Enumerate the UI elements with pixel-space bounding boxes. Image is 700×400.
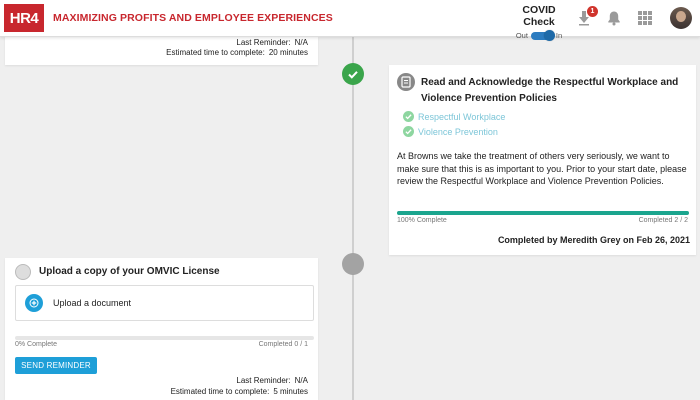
task-card-respectful-workplace: Read and Acknowledge the Respectful Work… (389, 65, 696, 255)
last-reminder-label: Last Reminder: (236, 38, 291, 47)
last-reminder-value: N/A (294, 376, 308, 385)
covid-check-title: COVID Check (522, 4, 556, 28)
covid-toggle[interactable] (530, 29, 555, 41)
est-time-value: 20 minutes (268, 48, 308, 57)
est-time-label: Estimated time to complete: (170, 387, 270, 396)
progress-bar (397, 211, 689, 215)
est-time-row: Estimated time to complete: 5 minutes (167, 387, 308, 396)
checklist-item-violence-prevention[interactable]: Violence Prevention (403, 126, 498, 137)
task-card-upload-omvic: Upload a copy of your OMVIC License Uplo… (5, 258, 318, 400)
last-reminder-value: N/A (294, 38, 308, 47)
task-card-previous: Last Reminder: N/A Estimated time to comp… (5, 37, 318, 65)
user-avatar[interactable] (670, 7, 692, 29)
covid-check: COVID Check Out In (506, 4, 572, 41)
check-circle-icon (403, 111, 414, 122)
notification-badge: 1 (587, 6, 598, 17)
timeline-node-pending (342, 253, 364, 275)
completed-count-label: Completed 2 / 2 (638, 217, 688, 224)
apps-grid-icon[interactable] (637, 10, 653, 26)
hr4-logo[interactable]: HR4 (4, 4, 44, 32)
task-description: At Browns we take the treatment of other… (397, 151, 687, 186)
last-reminder-row: Last Reminder: N/A (232, 376, 308, 385)
tagline: MAXIMIZING PROFITS AND EMPLOYEE EXPERIEN… (53, 12, 333, 24)
est-time-value: 5 minutes (273, 387, 308, 396)
last-reminder-label: Last Reminder: (236, 376, 291, 385)
checklist-label: Violence Prevention (418, 126, 498, 137)
progress-bar (15, 336, 314, 340)
est-time-label: Estimated time to complete: (166, 48, 265, 57)
plus-icon[interactable] (25, 294, 43, 312)
checklist-label: Respectful Workplace (418, 111, 506, 122)
progress-percent-label: 0% Complete (15, 341, 58, 348)
bell-icon[interactable] (606, 10, 622, 26)
est-time-row: Estimated time to complete: 20 minutes (162, 48, 308, 57)
check-circle-icon (403, 126, 414, 137)
upload-task-icon (15, 264, 31, 280)
upload-document-label: Upload a document (53, 298, 132, 308)
document-icon (397, 73, 415, 91)
task-title: Read and Acknowledge the Respectful Work… (421, 77, 679, 104)
top-header: HR4 MAXIMIZING PROFITS AND EMPLOYEE EXPE… (0, 0, 700, 41)
covid-in-label: In (555, 31, 563, 40)
progress-percent-label: 100% Complete (397, 217, 447, 224)
send-reminder-button[interactable]: SEND REMINDER (15, 357, 97, 374)
timeline-node-complete (342, 63, 364, 85)
completed-count-label: Completed 0 / 1 (258, 341, 308, 348)
completed-by-text: Completed by Meredith Grey on Feb 26, 20… (497, 235, 690, 245)
upload-document-area[interactable]: Upload a document (15, 285, 314, 321)
check-icon (348, 71, 358, 79)
timeline-line (352, 37, 354, 400)
progress-fill (397, 211, 689, 215)
covid-out-label: Out (515, 31, 528, 40)
checklist-item-respectful-workplace[interactable]: Respectful Workplace (403, 111, 505, 122)
task-title: Upload a copy of your OMVIC License (39, 266, 220, 277)
last-reminder-row: Last Reminder: N/A (232, 38, 308, 47)
